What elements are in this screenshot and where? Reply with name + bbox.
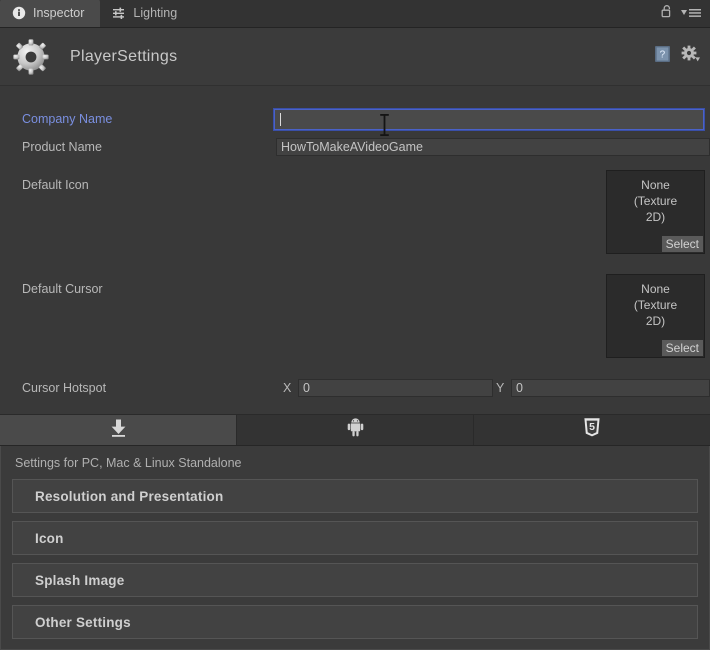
tab-lighting[interactable]: Lighting <box>100 0 193 27</box>
foldout-icon-label: Icon <box>35 530 64 546</box>
object-header: PlayerSettings ? <box>0 28 710 86</box>
platform-settings-panel: Settings for PC, Mac & Linux Standalone … <box>0 446 710 650</box>
android-robot-icon <box>347 418 364 442</box>
product-name-input[interactable]: HowToMakeAVideoGame <box>276 138 710 156</box>
page-title: PlayerSettings <box>70 47 178 65</box>
inspector-window: Inspector Lighting PlayerSettings ? Comp… <box>0 0 710 650</box>
platform-tab-webgl[interactable]: 5 <box>474 415 710 445</box>
cursor-hotspot-x-axis-label: X <box>283 381 292 395</box>
properties-area: Company Name Product Name HowToMakeAVide… <box>0 86 710 397</box>
foldout-other-label: Other Settings <box>35 614 131 630</box>
cursor-hotspot-y-input[interactable]: 0 <box>511 379 710 397</box>
info-circle-icon <box>12 6 26 20</box>
svg-text:?: ? <box>660 50 666 61</box>
gear-icon <box>12 38 50 76</box>
foldout-other-settings[interactable]: Other Settings <box>12 605 698 639</box>
object-header-controls: ? <box>654 45 710 68</box>
company-name-label: Company Name <box>22 112 113 126</box>
download-arrow-icon <box>109 418 128 443</box>
tab-bar-controls <box>660 0 710 27</box>
hamburger-menu-icon[interactable] <box>680 7 702 19</box>
foldout-resolution-and-presentation[interactable]: Resolution and Presentation <box>12 479 698 513</box>
cursor-hotspot-x-input[interactable]: 0 <box>298 379 493 397</box>
default-icon-value-line1: None <box>641 178 670 192</box>
svg-text:5: 5 <box>589 421 595 433</box>
default-icon-value-line2: (Texture <box>633 194 678 208</box>
default-icon-label: Default Icon <box>22 178 89 192</box>
row-default-icon: Default Icon <box>0 174 710 196</box>
settings-caption: Settings for PC, Mac & Linux Standalone <box>15 456 242 470</box>
sliders-icon <box>112 6 126 20</box>
html5-shield-icon: 5 <box>583 417 601 443</box>
platform-tab-standalone[interactable] <box>0 415 237 445</box>
text-caret <box>280 112 281 126</box>
row-cursor-hotspot: Cursor Hotspot X 0 Y 0 <box>0 377 710 399</box>
default-cursor-select-button[interactable]: Select <box>661 340 703 356</box>
tab-lighting-label: Lighting <box>133 6 178 20</box>
platform-tab-android[interactable] <box>237 415 474 445</box>
default-cursor-value-line2: (Texture <box>633 298 678 312</box>
platform-tab-strip: 5 <box>0 414 710 446</box>
window-tab-bar: Inspector Lighting <box>0 0 710 28</box>
gear-dropdown-icon[interactable] <box>681 45 701 68</box>
default-cursor-object-field[interactable]: None (Texture 2D) Select <box>606 274 705 358</box>
company-name-input[interactable] <box>273 107 705 131</box>
cursor-hotspot-label: Cursor Hotspot <box>22 381 107 395</box>
default-cursor-value-line1: None <box>641 282 670 296</box>
foldout-icon[interactable]: Icon <box>12 521 698 555</box>
product-name-label: Product Name <box>22 140 102 154</box>
help-book-icon[interactable]: ? <box>654 45 671 68</box>
tab-inspector-label: Inspector <box>33 6 85 20</box>
default-icon-object-field[interactable]: None (Texture 2D) Select <box>606 170 705 254</box>
default-icon-select-button[interactable]: Select <box>661 236 703 252</box>
default-cursor-value-line3: 2D) <box>645 314 666 328</box>
tab-inspector[interactable]: Inspector <box>0 0 101 27</box>
row-default-cursor: Default Cursor <box>0 278 710 300</box>
default-cursor-label: Default Cursor <box>22 282 103 296</box>
foldout-splash-label: Splash Image <box>35 572 125 588</box>
row-company-name: Company Name <box>0 107 710 131</box>
cursor-hotspot-y-axis-label: Y <box>496 381 505 395</box>
row-product-name: Product Name HowToMakeAVideoGame <box>0 136 710 158</box>
foldout-splash-image[interactable]: Splash Image <box>12 563 698 597</box>
lock-open-icon[interactable] <box>660 4 673 23</box>
default-icon-value-line3: 2D) <box>645 210 666 224</box>
foldout-resolution-label: Resolution and Presentation <box>35 488 224 504</box>
